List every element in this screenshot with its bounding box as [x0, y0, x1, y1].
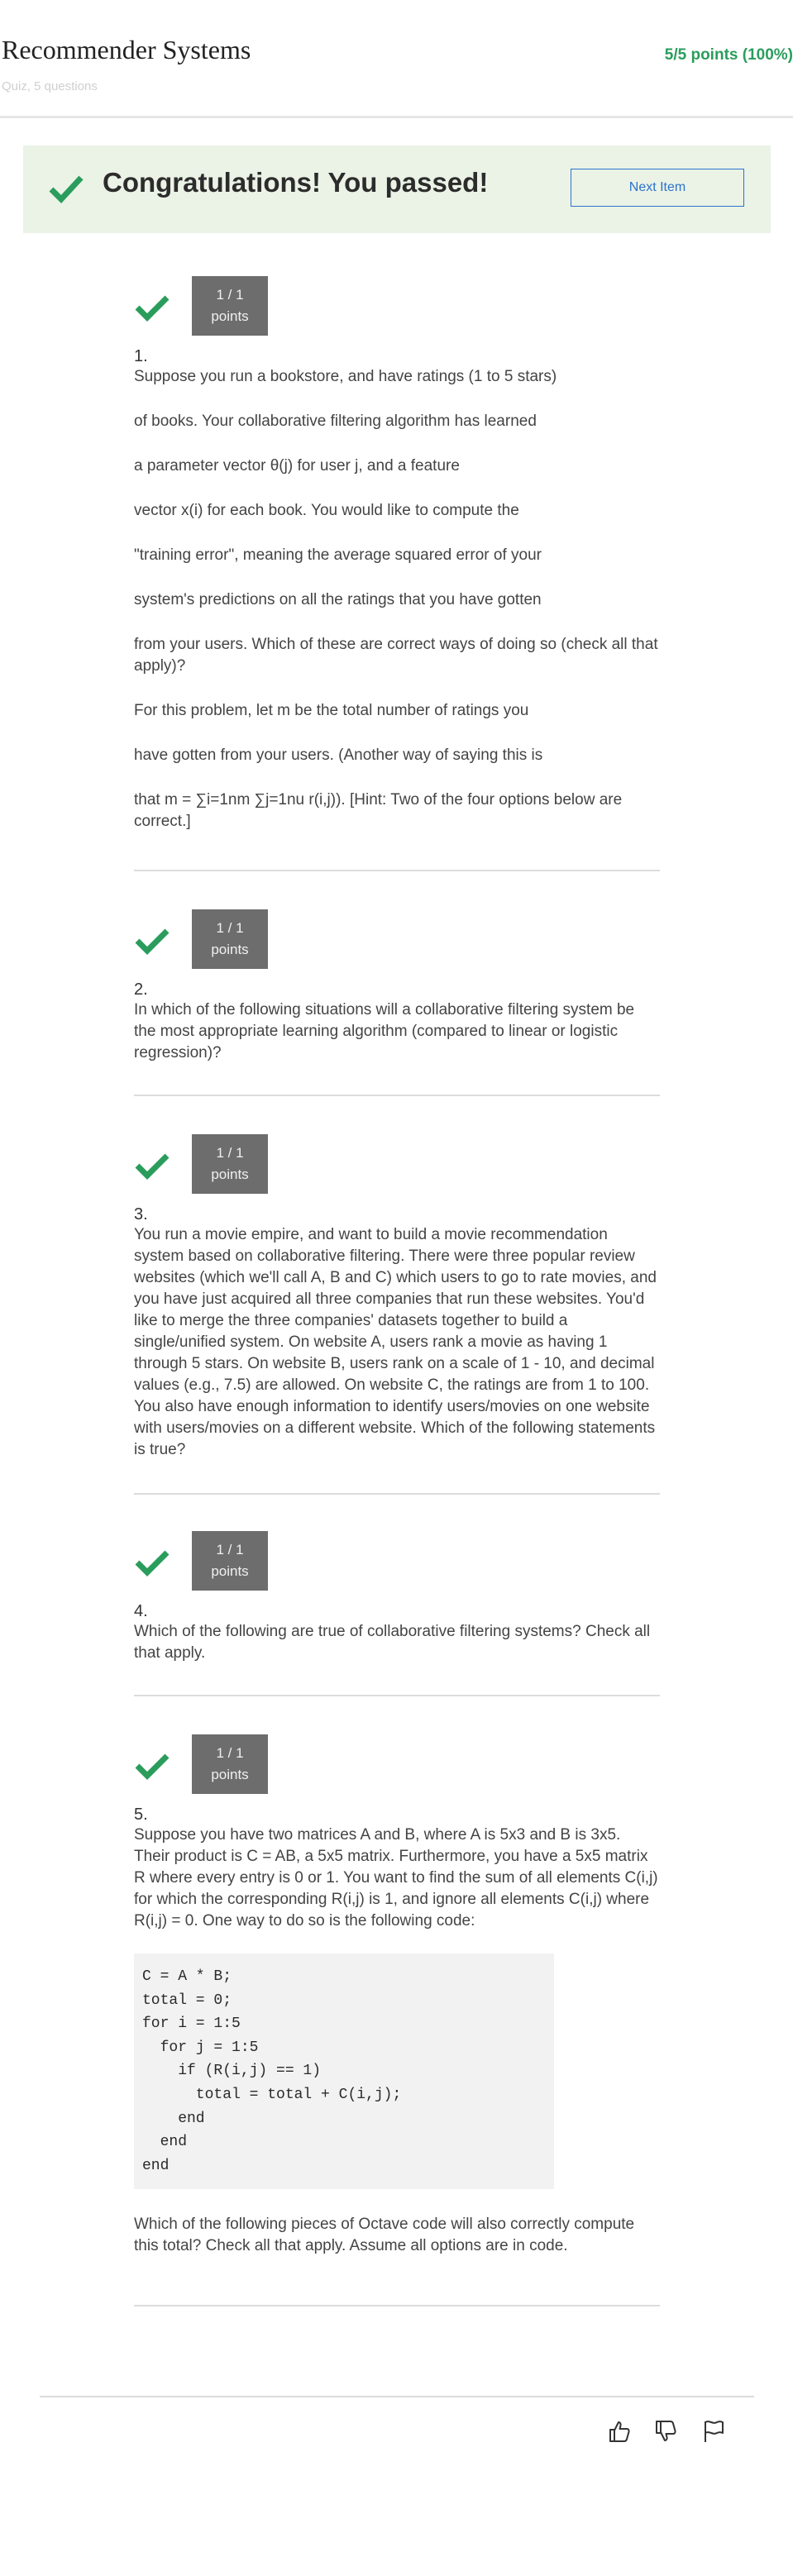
points-label: points: [211, 1563, 249, 1579]
question-paragraph: Suppose you run a bookstore, and have ra…: [134, 368, 557, 385]
question-paragraph: vector x(i) for each book. You would lik…: [134, 502, 519, 519]
points-value: 1 / 1: [216, 1542, 244, 1558]
question-divider: [134, 870, 660, 871]
question-paragraph: system's predictions on all the ratings …: [134, 591, 542, 608]
pass-message: Congratulations! You passed!: [103, 167, 489, 198]
question-divider: [134, 1695, 660, 1696]
footer-divider: [40, 2396, 754, 2397]
question-divider: [134, 1493, 660, 1495]
check-icon: [49, 175, 84, 204]
question-number: 2.: [134, 980, 148, 999]
question-text: Suppose you have two matrices A and B, w…: [134, 1825, 660, 1932]
check-icon: [135, 1550, 170, 1577]
points-value: 1 / 1: [216, 287, 244, 303]
question-3: 1 / 1 points 3. You run a movie empire, …: [134, 1134, 660, 1461]
question-paragraph: a parameter vector θ(j) for user j, and …: [134, 457, 460, 475]
question-paragraph: In which of the following situations wil…: [134, 1001, 635, 1061]
question-1: 1 / 1 points 1. Suppose you run a bookst…: [134, 276, 660, 832]
thumbs-up-icon[interactable]: [607, 2419, 632, 2444]
question-divider: [134, 1095, 660, 1096]
points-label: points: [211, 1166, 249, 1182]
flag-icon[interactable]: [701, 2419, 726, 2444]
quiz-score: 5/5 points (100%): [664, 46, 793, 64]
question-text: Suppose you run a bookstore, and have ra…: [134, 366, 660, 832]
points-badge: 1 / 1 points: [192, 1734, 268, 1794]
question-paragraph: of books. Your collaborative filtering a…: [134, 413, 537, 430]
points-label: points: [211, 942, 249, 957]
next-item-button[interactable]: Next Item: [571, 169, 744, 207]
question-paragraph: Suppose you have two matrices A and B, w…: [134, 1826, 658, 1930]
thumbs-down-icon[interactable]: [653, 2419, 678, 2444]
points-badge: 1 / 1 points: [192, 1134, 268, 1194]
question-2: 1 / 1 points 2. In which of the followin…: [134, 909, 660, 1064]
check-icon: [135, 928, 170, 955]
question-4: 1 / 1 points 4. Which of the following a…: [134, 1531, 660, 1664]
points-value: 1 / 1: [216, 1745, 244, 1761]
points-badge: 1 / 1 points: [192, 1531, 268, 1591]
question-paragraph: from your users. Which of these are corr…: [134, 636, 658, 675]
question-number: 5.: [134, 1806, 148, 1824]
question-paragraph: You run a movie empire, and want to buil…: [134, 1226, 657, 1458]
question-text: In which of the following situations wil…: [134, 999, 660, 1064]
quiz-subtitle: Quiz, 5 questions: [2, 79, 98, 93]
question-paragraph: For this problem, let m be the total num…: [134, 702, 529, 719]
question-text: You run a movie empire, and want to buil…: [134, 1224, 660, 1461]
points-value: 1 / 1: [216, 1145, 244, 1161]
question-paragraph: Which of the following are true of colla…: [134, 1623, 651, 1662]
check-icon: [135, 295, 170, 322]
points-label: points: [211, 308, 249, 324]
quiz-title: Recommender Systems: [2, 35, 251, 64]
points-badge: 1 / 1 points: [192, 909, 268, 969]
code-block: C = A * B; total = 0; for i = 1:5 for j …: [134, 1953, 554, 2190]
pass-banner: Congratulations! You passed! Next Item: [23, 145, 771, 233]
question-number: 4.: [134, 1602, 148, 1620]
question-paragraph: have gotten from your users. (Another wa…: [134, 747, 543, 764]
question-paragraph: that m = ∑i=1nm ∑j=1nu r(i,j)). [Hint: T…: [134, 791, 623, 830]
question-followup: Which of the following pieces of Octave …: [134, 2216, 635, 2255]
question-number: 1.: [134, 347, 148, 365]
question-paragraph: "training error", meaning the average sq…: [134, 546, 542, 564]
check-icon: [135, 1753, 170, 1780]
quiz-header: Recommender Systems Quiz, 5 questions 5/…: [0, 0, 793, 118]
points-value: 1 / 1: [216, 920, 244, 936]
points-label: points: [211, 1767, 249, 1782]
question-divider: [134, 2305, 660, 2306]
question-5: 1 / 1 points 5. Suppose you have two mat…: [134, 1734, 660, 2257]
question-number: 3.: [134, 1205, 148, 1224]
check-icon: [135, 1153, 170, 1180]
question-text: Which of the following are true of colla…: [134, 1621, 660, 1664]
points-badge: 1 / 1 points: [192, 276, 268, 336]
